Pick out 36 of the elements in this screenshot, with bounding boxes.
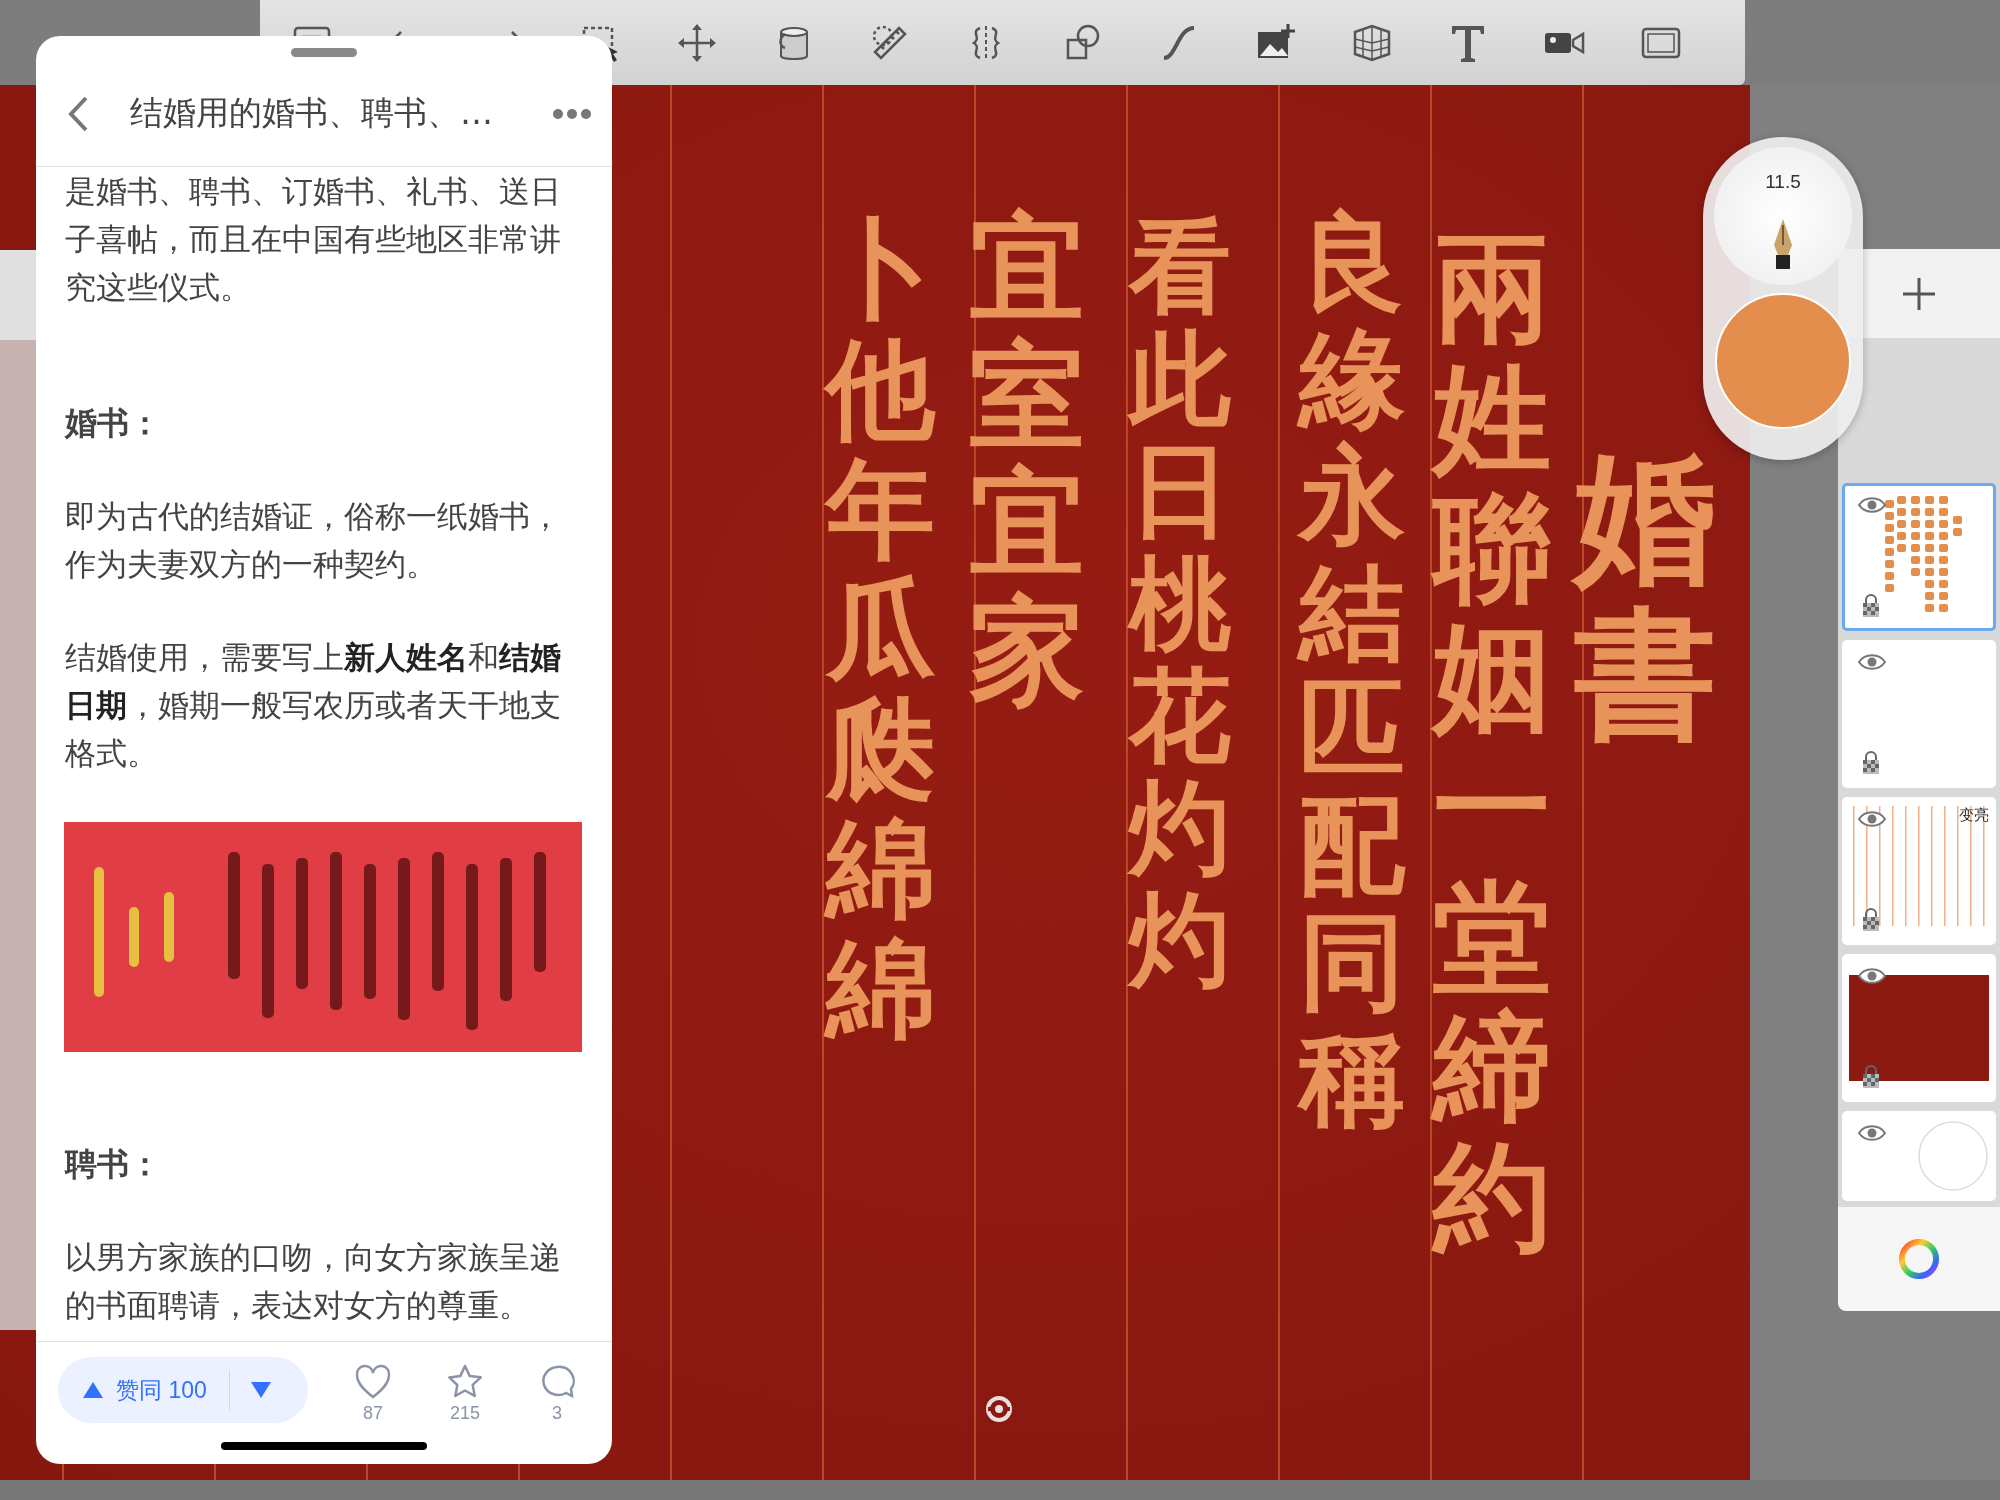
calligraphy-column: 宜室宜家 [969, 204, 1085, 715]
eye-icon[interactable] [1857, 965, 1887, 987]
brush-size-value: 11.5 [1765, 171, 1801, 193]
layer-thumbnail[interactable] [1842, 1111, 1996, 1201]
color-wheel-icon[interactable] [1897, 1237, 1941, 1281]
section-heading: 聘书： [65, 1144, 162, 1185]
paragraph: 以男方家族的口吻，向女方家族呈递的书面聘请，表达对女方的尊重。 [65, 1238, 562, 1325]
favorite-button[interactable]: 215 [436, 1362, 494, 1424]
section-heading: 婚书： [65, 403, 162, 444]
rotate-handle-icon[interactable] [984, 1394, 1014, 1424]
lock-icon[interactable] [1860, 751, 1882, 775]
drag-handle[interactable] [291, 48, 357, 57]
lock-icon[interactable] [1860, 908, 1882, 932]
eye-icon[interactable] [1857, 1122, 1887, 1144]
brush-size-button[interactable]: 11.5 [1714, 147, 1852, 285]
more-icon[interactable] [552, 107, 592, 120]
paragraph: 即为古代的结婚证，俗称一纸婚书，作为夫妻双方的一种契约。 [65, 497, 562, 584]
plus-icon [1901, 275, 1937, 312]
calligraphy-column: 卜他年瓜瓞綿綿 [825, 210, 935, 1050]
blend-mode-label: 变亮 [1959, 806, 1989, 825]
article-title: 结婚用的婚书、聘书、… [130, 92, 494, 134]
down-triangle-icon [249, 1381, 272, 1399]
lock-icon[interactable] [1860, 594, 1882, 618]
paragraph: 结婚使用，需要写上新人姓名和结婚日期，婚期一般写农历或者天干地支格式。 [65, 638, 562, 773]
layer-thumbnail[interactable] [1842, 640, 1996, 788]
paragraph: 是婚书、聘书、订婚书、礼书、送日子喜帖，而且在中国有些地区非常讲究这些仪式。 [65, 172, 562, 307]
comment-button[interactable]: 3 [528, 1362, 586, 1424]
layer-thumbnail[interactable]: 变亮 [1842, 797, 1996, 945]
eye-icon[interactable] [1857, 808, 1887, 830]
eye-icon[interactable] [1857, 651, 1887, 673]
like-button[interactable]: 87 [344, 1362, 402, 1424]
up-triangle-icon [82, 1381, 104, 1399]
heart-icon [354, 1362, 392, 1401]
eye-icon[interactable] [1857, 494, 1887, 516]
lock-icon[interactable] [1860, 1065, 1882, 1089]
layer-artwork [1917, 1120, 1989, 1192]
